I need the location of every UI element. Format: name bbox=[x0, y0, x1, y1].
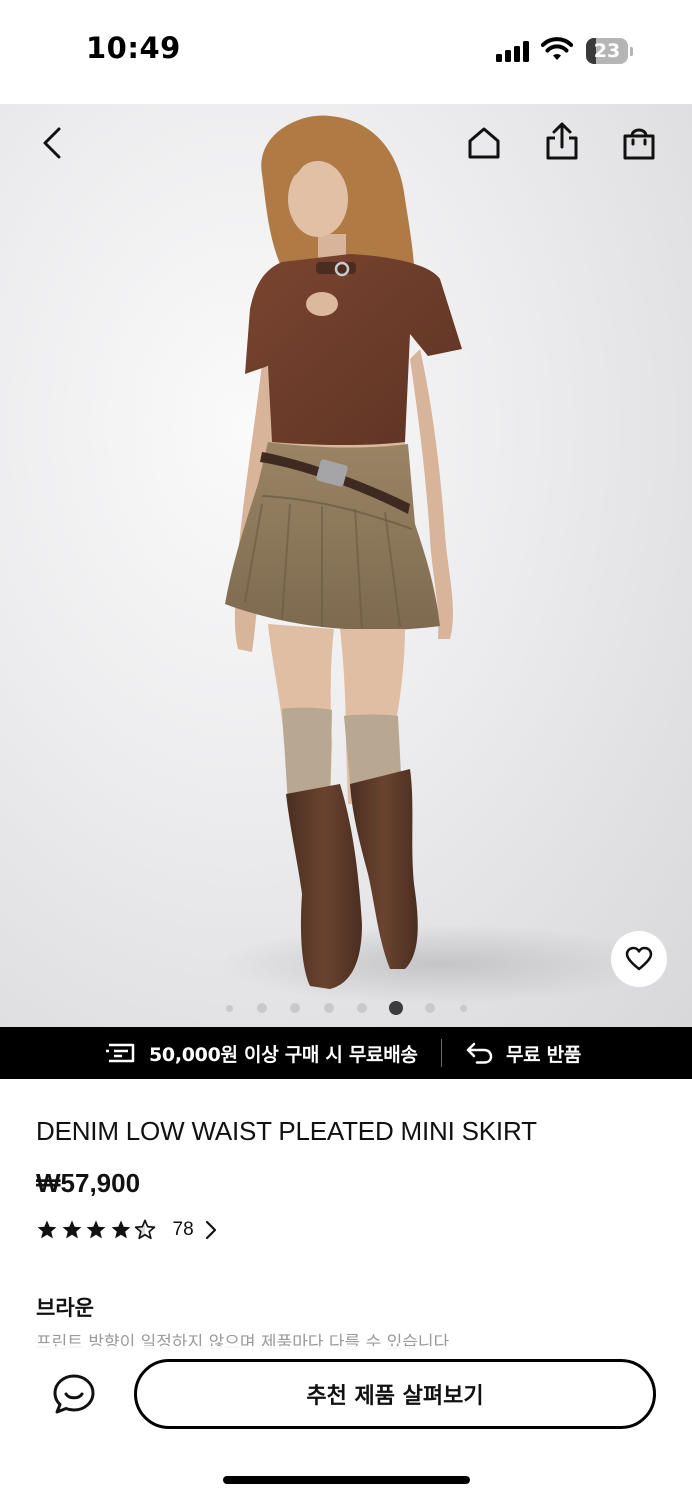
free-return-text: 무료 반품 bbox=[506, 1043, 582, 1066]
carousel-dot[interactable] bbox=[257, 1003, 267, 1013]
review-count: 78 bbox=[172, 1219, 194, 1240]
shopping-bag-icon bbox=[623, 128, 655, 160]
product-title: DENIM LOW WAIST PLEATED MINI SKIRT bbox=[36, 1116, 537, 1146]
free-shipping-benefit: 50,000원 이상 구매 시 무료배송 bbox=[106, 1027, 418, 1079]
return-arrow-icon bbox=[466, 1042, 493, 1064]
star-filled-icon bbox=[86, 1220, 106, 1239]
wifi-icon bbox=[541, 37, 573, 60]
back-button[interactable] bbox=[28, 119, 76, 167]
home-button[interactable] bbox=[460, 119, 508, 167]
star-filled-icon bbox=[111, 1220, 130, 1239]
free-shipping-text: 50,000원 이상 구매 시 무료배송 bbox=[149, 1043, 418, 1066]
carousel-dot-active[interactable] bbox=[389, 1001, 403, 1015]
carousel-dot[interactable] bbox=[460, 1005, 467, 1012]
chevron-left-icon bbox=[43, 127, 61, 159]
status-time: 10:49 bbox=[86, 31, 181, 65]
recommended-products-button[interactable]: 추천 제품 살펴보기 bbox=[134, 1359, 656, 1429]
carousel-pagination[interactable] bbox=[0, 999, 692, 1015]
cellular-signal-icon bbox=[496, 40, 532, 62]
home-indicator[interactable] bbox=[223, 1476, 470, 1484]
delivery-truck-icon bbox=[106, 1043, 135, 1063]
product-image-carousel[interactable] bbox=[0, 104, 692, 1027]
wishlist-button[interactable] bbox=[611, 931, 667, 987]
chevron-right-icon bbox=[205, 1220, 216, 1240]
star-filled-icon bbox=[37, 1220, 57, 1239]
bottom-action-bar: 추천 제품 살펴보기 bbox=[0, 1346, 692, 1500]
chat-bubble-icon bbox=[53, 1374, 95, 1414]
carousel-dot[interactable] bbox=[226, 1005, 233, 1012]
carousel-dot[interactable] bbox=[324, 1003, 334, 1013]
share-icon bbox=[546, 122, 578, 160]
star-half-icon bbox=[134, 1219, 156, 1240]
star-filled-icon bbox=[62, 1220, 81, 1239]
star-rating bbox=[36, 1219, 159, 1241]
battery-level: 23 bbox=[593, 40, 621, 62]
share-button[interactable] bbox=[538, 117, 586, 165]
carousel-dot[interactable] bbox=[425, 1003, 435, 1013]
shopping-bag-button[interactable] bbox=[615, 119, 663, 167]
benefit-banner: 50,000원 이상 구매 시 무료배송 무료 반품 bbox=[0, 1027, 692, 1079]
color-name: 브라운 bbox=[36, 1296, 94, 1320]
review-summary-link[interactable]: 78 bbox=[36, 1217, 217, 1243]
product-photo bbox=[220, 115, 660, 1004]
home-icon bbox=[468, 127, 500, 159]
status-bar: 10:49 23 bbox=[0, 0, 692, 104]
chat-button[interactable] bbox=[50, 1370, 98, 1418]
heart-icon bbox=[625, 946, 653, 971]
battery-icon: 23 bbox=[586, 38, 633, 64]
product-price: ₩57,900 bbox=[36, 1168, 141, 1198]
free-return-benefit: 무료 반품 bbox=[465, 1027, 581, 1079]
carousel-dot[interactable] bbox=[290, 1003, 300, 1013]
carousel-dot[interactable] bbox=[357, 1003, 367, 1013]
benefit-divider bbox=[441, 1039, 442, 1067]
